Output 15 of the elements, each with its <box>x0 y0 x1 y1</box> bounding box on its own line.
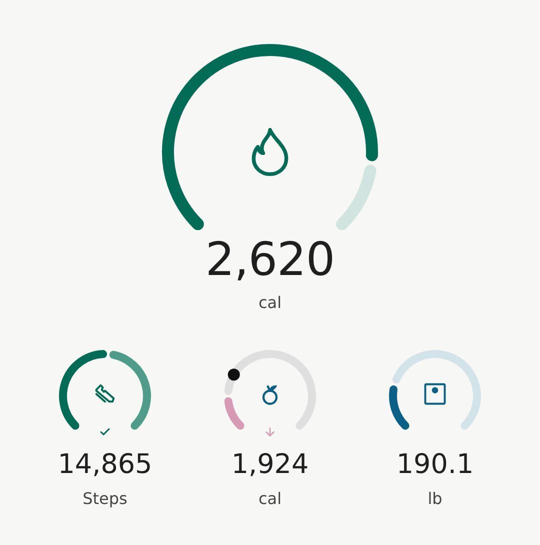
metric-value: 1,924 <box>231 450 309 480</box>
metric-unit: lb <box>428 489 442 508</box>
metric-unit: Steps <box>82 489 128 508</box>
down-arrow-icon <box>264 425 276 438</box>
calories-unit: cal <box>258 292 282 312</box>
metric-value: 190.1 <box>396 450 474 480</box>
check-icon <box>99 426 111 438</box>
metric-value: 14,865 <box>58 450 152 480</box>
calories-value: 2,620 <box>205 234 335 285</box>
gauge-fill <box>224 396 244 430</box>
gauge-track <box>336 164 376 230</box>
metric-unit: cal <box>258 489 282 508</box>
target-marker <box>228 368 240 380</box>
scale-icon <box>422 380 448 407</box>
gauge-fill <box>389 385 410 430</box>
